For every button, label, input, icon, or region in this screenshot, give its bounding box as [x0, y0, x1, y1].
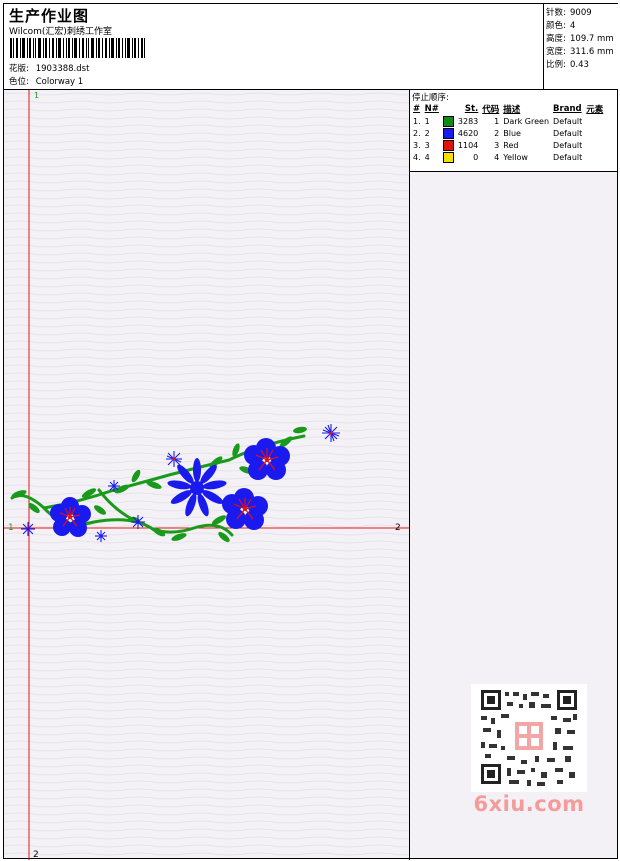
axis-mark-h-right: 2 — [395, 523, 401, 533]
stat-height: 高度: 109.7 mm — [546, 34, 614, 44]
row-n: 1 — [424, 116, 430, 126]
col-desc: 描述 — [503, 105, 521, 115]
watermark: 6xiu.com — [473, 792, 585, 816]
embroidery-preview: 1 2 1 2 — [4, 90, 409, 860]
col-n: N# — [424, 104, 439, 114]
sheet-header: 生产作业图 Wilcom(汇宏)刺绣工作室 花版: 1903388.dst 色位… — [4, 4, 618, 90]
stop-sequence-title: 停止顺序: — [412, 93, 449, 103]
color-row: 3. 3 1104 3 Red Default — [411, 139, 605, 151]
row-code: 2 — [494, 128, 500, 138]
row-brand: Default — [553, 140, 583, 150]
row-swatch — [441, 115, 456, 127]
color-row: 2. 2 4620 2 Blue Default — [411, 127, 605, 139]
col-code: 代码 — [482, 105, 500, 115]
row-code: 4 — [494, 152, 500, 162]
row-index: 1. — [413, 116, 421, 126]
col-element: 元素 — [586, 105, 604, 115]
color-swatch — [442, 139, 454, 151]
col-index: # — [413, 104, 421, 114]
row-index: 4. — [413, 152, 421, 162]
row-n: 3 — [424, 140, 430, 150]
row-swatch — [441, 151, 456, 163]
row-brand: Default — [553, 116, 583, 126]
axis-mark-h-left: 1 — [8, 523, 14, 533]
stat-scale: 比例: 0.43 — [546, 60, 589, 70]
barcode-icon — [10, 38, 145, 58]
row-element — [584, 151, 605, 163]
colorway: 色位: Colorway 1 — [9, 77, 84, 87]
page-title: 生产作业图 — [9, 7, 90, 25]
color-swatch — [442, 127, 454, 139]
row-code: 3 — [494, 140, 500, 150]
row-stitches: 0 — [473, 152, 479, 162]
row-n: 4 — [424, 152, 430, 162]
row-code: 1 — [494, 116, 500, 126]
stat-colors: 颜色: 4 — [546, 21, 576, 31]
stop-sequence-panel: 停止顺序: # N# St. 代码 描述 Brand 元素 1. 1 3283 1 Da… — [410, 90, 617, 172]
row-swatch — [441, 139, 456, 151]
production-sheet: 生产作业图 Wilcom(汇宏)刺绣工作室 花版: 1903388.dst 色位… — [3, 3, 618, 860]
stats-panel: 针数: 9009 颜色: 4 高度: 109.7 mm 宽度: 311.6 mm 比例:… — [543, 4, 618, 89]
row-element — [584, 115, 605, 127]
row-stitches: 3283 — [457, 116, 479, 126]
row-stitches: 4620 — [457, 128, 479, 138]
row-brand: Default — [553, 128, 583, 138]
header-info: 生产作业图 Wilcom(汇宏)刺绣工作室 花版: 1903388.dst 色位… — [7, 4, 537, 89]
studio-name: Wilcom(汇宏)刺绣工作室 — [9, 27, 112, 37]
row-desc: Red — [503, 140, 519, 150]
row-index: 2. — [413, 128, 421, 138]
stat-width: 宽度: 311.6 mm — [546, 47, 614, 57]
row-element — [584, 127, 605, 139]
row-n: 2 — [424, 128, 430, 138]
row-desc: Dark Green — [503, 116, 550, 126]
color-row: 4. 4 0 4 Yellow Default — [411, 151, 605, 163]
row-desc: Blue — [503, 128, 521, 138]
row-swatch — [441, 127, 456, 139]
design-file: 花版: 1903388.dst — [9, 64, 90, 74]
col-stitches: St. — [464, 104, 479, 114]
row-brand: Default — [553, 152, 583, 162]
color-table: # N# St. 代码 描述 Brand 元素 1. 1 3283 1 Dark Gre… — [411, 103, 605, 163]
color-row: 1. 1 3283 1 Dark Green Default — [411, 115, 605, 127]
axis-mark-v-bottom: 2 — [33, 850, 39, 860]
color-table-header: # N# St. 代码 描述 Brand 元素 — [411, 103, 605, 115]
color-swatch — [442, 115, 454, 127]
stat-stitches: 针数: 9009 — [546, 8, 592, 18]
design-canvas: 1 2 1 2 — [4, 90, 410, 860]
col-swatch — [441, 103, 456, 115]
col-brand: Brand — [553, 104, 582, 114]
row-element — [584, 139, 605, 151]
axis-mark-v-top: 1 — [34, 91, 39, 100]
color-swatch — [442, 151, 454, 163]
row-stitches: 1104 — [457, 140, 479, 150]
row-index: 3. — [413, 140, 421, 150]
row-desc: Yellow — [503, 152, 528, 162]
